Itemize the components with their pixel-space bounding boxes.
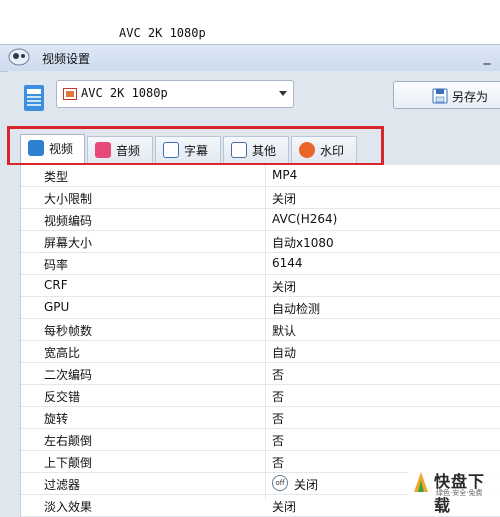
setting-name: 每秒帧数 — [44, 324, 93, 338]
dialog-title: 视频设置 — [42, 52, 91, 66]
setting-value: MP4 — [272, 168, 298, 182]
setting-row-gpu[interactable]: GPU 自动检测 — [21, 297, 500, 319]
settings-table: 类型 MP4 大小限制 关闭 视频编码 AVC(H264) 屏幕大小 自动x10… — [20, 165, 500, 517]
setting-name: 左右颠倒 — [44, 434, 93, 448]
preset-dropdown[interactable]: AVC 2K 1080p — [56, 80, 294, 108]
filter-toggle[interactable]: off — [272, 475, 288, 491]
setting-value: 关闭 — [272, 500, 297, 514]
minimize-button[interactable]: _ — [476, 45, 498, 69]
setting-value: 关闭 — [272, 280, 297, 294]
site-logo-icon — [414, 472, 428, 492]
setting-row-two-pass[interactable]: 二次编码 否 — [21, 363, 500, 385]
setting-value: AVC(H264) — [272, 212, 338, 226]
setting-value: 否 — [272, 434, 285, 448]
setting-value: 默认 — [272, 324, 297, 338]
setting-value: 否 — [272, 456, 285, 470]
setting-value: 关闭 — [272, 192, 297, 206]
setting-value: 否 — [272, 368, 285, 382]
film-icon — [63, 88, 77, 100]
setting-row-screen-size[interactable]: 屏幕大小 自动x1080 — [21, 231, 500, 253]
setting-name: 视频编码 — [44, 214, 93, 228]
watermark-subtitle: 绿色·安全·免费 — [436, 489, 483, 497]
setting-name: 旋转 — [44, 412, 69, 426]
setting-name: 宽高比 — [44, 346, 81, 360]
setting-value: 自动 — [272, 346, 297, 360]
setting-row-aspect[interactable]: 宽高比 自动 — [21, 341, 500, 363]
save-icon — [432, 88, 448, 104]
column-divider — [265, 165, 266, 500]
setting-row-type[interactable]: 类型 MP4 — [21, 165, 500, 187]
preset-value: AVC 2K 1080p — [81, 86, 168, 100]
tab-highlight-box — [7, 126, 384, 166]
setting-value: 关闭 — [294, 478, 319, 492]
setting-row-flip-horizontal[interactable]: 左右颠倒 否 — [21, 429, 500, 451]
setting-value: 自动检测 — [272, 302, 321, 316]
background-title: AVC 2K 1080p — [119, 26, 206, 40]
setting-name: CRF — [44, 278, 68, 292]
setting-name: GPU — [44, 300, 70, 314]
app-logo-icon — [8, 48, 30, 66]
preset-toolbar: AVC 2K 1080p 另存为 — [8, 71, 500, 125]
setting-row-video-codec[interactable]: 视频编码 AVC(H264) — [21, 209, 500, 231]
setting-row-bitrate[interactable]: 码率 6144 — [21, 253, 500, 275]
setting-value: 自动x1080 — [272, 236, 334, 250]
setting-row-fps[interactable]: 每秒帧数 默认 — [21, 319, 500, 341]
setting-row-size-limit[interactable]: 大小限制 关闭 — [21, 187, 500, 209]
save-as-label: 另存为 — [452, 90, 489, 104]
table-gutter — [0, 165, 20, 500]
setting-name: 上下颠倒 — [44, 456, 93, 470]
setting-name: 码率 — [44, 258, 69, 272]
background-window — [0, 0, 500, 44]
setting-row-deinterlace[interactable]: 反交错 否 — [21, 385, 500, 407]
save-as-button[interactable]: 另存为 — [393, 81, 500, 109]
setting-row-crf[interactable]: CRF 关闭 — [21, 275, 500, 297]
setting-value: 否 — [272, 390, 285, 404]
site-watermark: 快盘下载 绿色·安全·免费 — [408, 466, 500, 515]
dialog-titlebar: 视频设置 _ — [0, 44, 500, 72]
setting-row-rotate[interactable]: 旋转 否 — [21, 407, 500, 429]
setting-name: 反交错 — [44, 390, 81, 404]
chevron-down-icon[interactable] — [279, 91, 287, 96]
setting-name: 过滤器 — [44, 478, 81, 492]
setting-value: 6144 — [272, 256, 303, 270]
setting-name: 类型 — [44, 170, 69, 184]
setting-name: 淡入效果 — [44, 500, 93, 514]
profile-icon — [24, 85, 44, 111]
setting-name: 大小限制 — [44, 192, 93, 206]
setting-value: 否 — [272, 412, 285, 426]
setting-name: 二次编码 — [44, 368, 93, 382]
setting-name: 屏幕大小 — [44, 236, 93, 250]
